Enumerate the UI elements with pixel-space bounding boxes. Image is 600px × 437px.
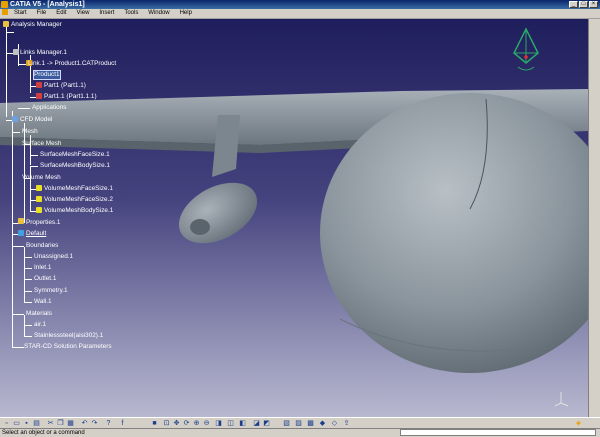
tree-node-air[interactable]: air.1: [34, 321, 46, 329]
tree-node-volume-face1[interactable]: VolumeMeshFaceSize.1: [44, 185, 113, 193]
mesh-icon[interactable]: [36, 185, 42, 191]
part-icon[interactable]: [36, 93, 42, 99]
formula-icon[interactable]: f: [118, 419, 127, 428]
mesh-tool-icon[interactable]: ▨: [294, 419, 303, 428]
tree-node-unassigned[interactable]: Unassigned.1: [34, 253, 73, 261]
cfd-model-icon[interactable]: [12, 116, 18, 122]
command-input[interactable]: [400, 429, 596, 436]
tree-node-wall[interactable]: Wall.1: [34, 298, 52, 306]
minimize-button[interactable]: _: [569, 1, 578, 8]
save-icon[interactable]: ▪: [22, 419, 31, 428]
catia-logo-icon: ◈: [575, 420, 582, 427]
open-icon[interactable]: ▭: [12, 419, 21, 428]
zoom-in-icon[interactable]: ⊕: [192, 419, 201, 428]
redo-icon[interactable]: ↷: [90, 419, 99, 428]
tree-node-surface-body[interactable]: SurfaceMeshBodySize.1: [40, 162, 110, 170]
mesh-icon[interactable]: [36, 196, 42, 202]
tree-node-volume-face2[interactable]: VolumeMeshFaceSize.2: [44, 196, 113, 204]
hide-show-icon[interactable]: ◪: [252, 419, 261, 428]
right-toolbar[interactable]: [588, 19, 600, 417]
tree-node-part1[interactable]: Part1 (Part1.1): [44, 82, 86, 90]
export-icon[interactable]: ⇪: [342, 419, 351, 428]
views-icon[interactable]: ◫: [226, 419, 235, 428]
rotate-icon[interactable]: ⟳: [182, 419, 191, 428]
menu-tools[interactable]: Tools: [120, 9, 142, 18]
tree-node-inlet[interactable]: Inlet.1: [34, 264, 51, 272]
tree-node-applications[interactable]: Applications: [32, 104, 66, 112]
undo-icon[interactable]: ↶: [80, 419, 89, 428]
menu-insert[interactable]: Insert: [95, 9, 118, 18]
material-tool-icon[interactable]: ◇: [330, 419, 339, 428]
tree-node-volume-body[interactable]: VolumeMeshBodySize.1: [44, 207, 113, 215]
cut-icon[interactable]: ✂: [46, 419, 55, 428]
default-icon[interactable]: [18, 230, 24, 236]
copy-icon[interactable]: ❐: [56, 419, 65, 428]
tree-node-properties[interactable]: Properties.1: [26, 219, 60, 227]
catia-app-icon[interactable]: [1, 1, 8, 8]
window-title: CATIA V5 - [Analysis1]: [10, 1, 85, 8]
properties-tool-icon[interactable]: ▩: [306, 419, 315, 428]
render-style-icon[interactable]: ◧: [238, 419, 247, 428]
analysis-manager-icon[interactable]: [3, 21, 9, 27]
normal-view-icon[interactable]: ◨: [214, 419, 223, 428]
tree-node-boundaries[interactable]: Boundaries: [26, 242, 58, 250]
new-icon[interactable]: ▫: [2, 419, 11, 428]
links-manager-icon[interactable]: [13, 49, 19, 55]
menu-view[interactable]: View: [73, 9, 94, 18]
tree-node-default[interactable]: Default: [26, 230, 46, 238]
tree-node-part2[interactable]: Part1.1 (Part1.1.1): [44, 93, 97, 101]
window-controls: _ □ ×: [569, 1, 598, 8]
menu-start[interactable]: Start: [10, 9, 31, 18]
zoom-out-icon[interactable]: ⊖: [202, 419, 211, 428]
maximize-button[interactable]: □: [579, 1, 588, 8]
boundary-tool-icon[interactable]: ◆: [318, 419, 327, 428]
tree-node-links-manager[interactable]: Links Manager.1: [20, 49, 67, 57]
catia-menu-icon: [2, 9, 8, 16]
menu-bar: Start File Edit View Insert Tools Window…: [0, 9, 600, 19]
tree-node-outlet[interactable]: Outlet.1: [34, 275, 56, 283]
fit-all-icon[interactable]: ⊡: [162, 419, 171, 428]
part-icon[interactable]: [36, 82, 42, 88]
compute-icon[interactable]: ▧: [282, 419, 291, 428]
3d-viewport[interactable]: Analysis Manager Links Manager.1 Link.1 …: [0, 19, 588, 417]
tree-node-surface-mesh[interactable]: Surface Mesh: [22, 140, 61, 148]
mesh-icon[interactable]: [36, 207, 42, 213]
specification-tree: Analysis Manager Links Manager.1 Link.1 …: [0, 19, 588, 417]
tree-node-solution[interactable]: STAR-CD Solution Parameters: [24, 343, 112, 351]
paste-icon[interactable]: ▦: [66, 419, 75, 428]
tree-node-symmetry[interactable]: Symmetry.1: [34, 287, 68, 295]
menu-help[interactable]: Help: [176, 9, 196, 18]
properties-icon[interactable]: [18, 218, 24, 224]
print-icon[interactable]: ▤: [32, 419, 41, 428]
tree-node-link[interactable]: Link.1 -> Product1.CATProduct: [28, 60, 116, 68]
tree-node-mesh[interactable]: Mesh: [22, 128, 38, 136]
swap-visible-icon[interactable]: ◩: [262, 419, 271, 428]
close-button[interactable]: ×: [589, 1, 598, 8]
title-bar: CATIA V5 - [Analysis1] _ □ ×: [0, 0, 600, 9]
tree-node-volume-mesh[interactable]: Volume Mesh: [22, 174, 61, 182]
fly-icon[interactable]: ■: [150, 419, 159, 428]
tree-node-surface-face[interactable]: SurfaceMeshFaceSize.1: [40, 151, 110, 159]
tree-node-steel[interactable]: Stainlesssteel(aisi302).1: [34, 332, 103, 340]
tree-node-cfd-model[interactable]: CFD Model: [20, 116, 52, 124]
help-icon[interactable]: ?: [104, 419, 113, 428]
menu-file[interactable]: File: [33, 9, 51, 18]
menu-window[interactable]: Window: [144, 9, 173, 18]
tree-node-materials[interactable]: Materials: [26, 310, 52, 318]
menu-edit[interactable]: Edit: [52, 9, 70, 18]
tree-node-product[interactable]: Product1: [33, 70, 61, 80]
tree-node-analysis-manager[interactable]: Analysis Manager: [11, 21, 62, 29]
pan-icon[interactable]: ✥: [172, 419, 181, 428]
